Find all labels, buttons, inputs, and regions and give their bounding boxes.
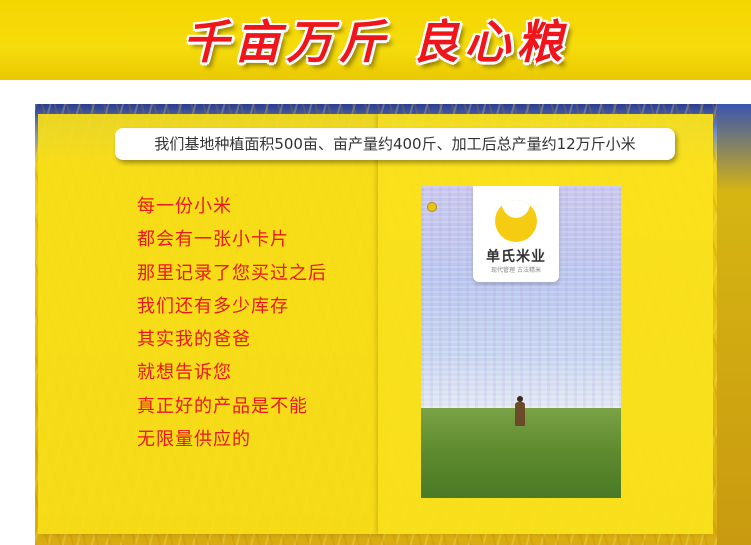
- poem-line: 都会有一张小卡片: [137, 229, 289, 251]
- product-card-photo: 单氏米业 现代管理 古法精米: [421, 186, 621, 498]
- poem-line: 其实我的爸爸: [137, 329, 251, 351]
- brand-logo-icon: [495, 200, 537, 242]
- poem-line: 就想告诉您: [137, 362, 232, 384]
- info-caption: 我们基地种植面积500亩、亩产量约400斤、加工后总产量约12万斤小米: [115, 128, 675, 160]
- poem-line: 无限量供应的: [137, 429, 251, 451]
- page-headline: 千亩万斤 良心粮: [182, 15, 569, 69]
- poem-line: 真正好的产品是不能: [137, 395, 308, 417]
- brand-tagline: 现代管理 古法精米: [491, 267, 541, 274]
- poem-text: 每一份小米 都会有一张小卡片 那里记录了您买过之后 我们还有多少库存 其实我的爸…: [137, 190, 327, 456]
- person-figure: [515, 396, 525, 426]
- header-band: 千亩万斤 良心粮: [0, 0, 751, 80]
- wheat-field-banner: 我们基地种植面积500亩、亩产量约400斤、加工后总产量约12万斤小米 每一份小…: [35, 104, 717, 545]
- poem-line: 每一份小米: [137, 196, 232, 217]
- poem-line: 我们还有多少库存: [137, 295, 289, 317]
- poem-line: 那里记录了您买过之后: [137, 262, 327, 284]
- wheat-edge-strip: [717, 104, 751, 545]
- brand-logo-card: 单氏米业 现代管理 古法精米: [473, 186, 559, 282]
- pin-icon: [427, 202, 437, 212]
- brand-name: 单氏米业: [486, 249, 546, 265]
